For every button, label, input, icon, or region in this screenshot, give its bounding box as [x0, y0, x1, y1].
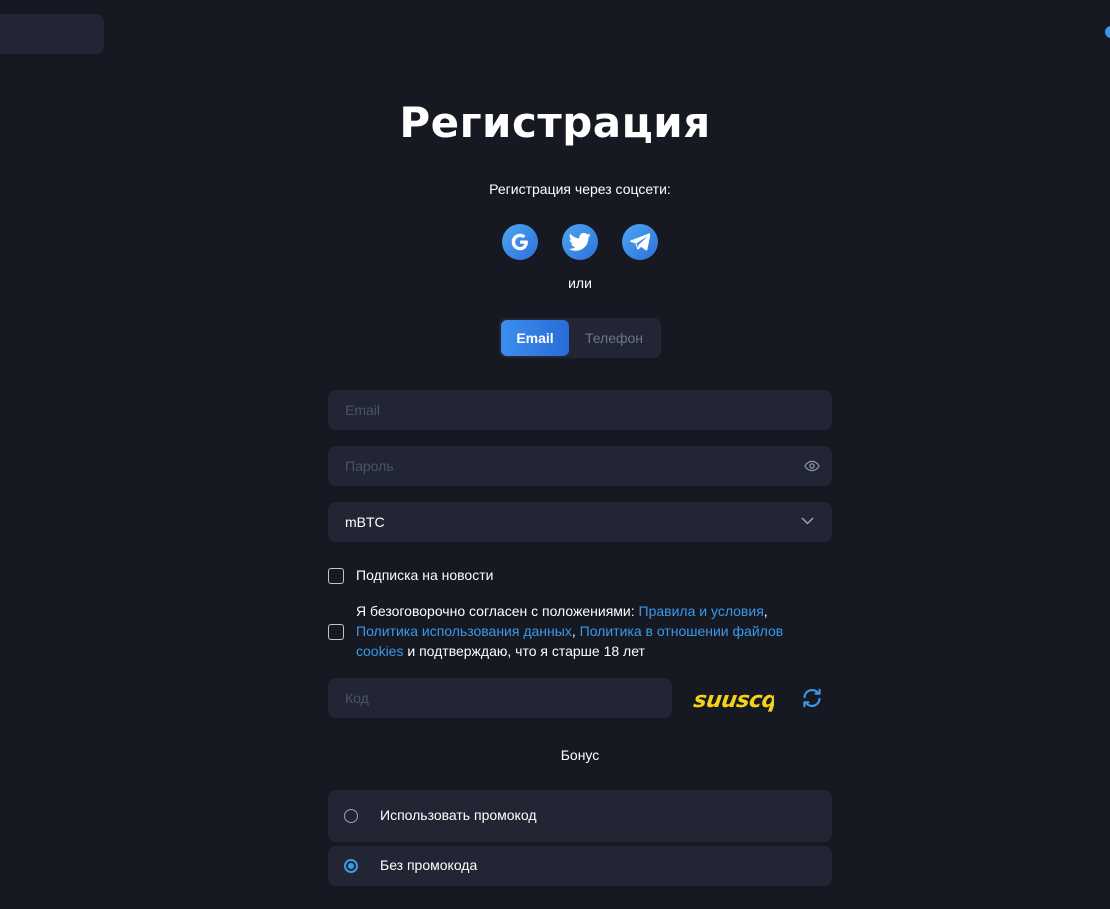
rules-link[interactable]: Правила и условия [639, 603, 764, 619]
terms-text: Я безоговорочно согласен с положениями: … [356, 601, 826, 661]
terms-separator: , [571, 623, 580, 639]
page-title: Регистрация [399, 98, 711, 147]
telegram-login-button[interactable] [622, 224, 658, 260]
newsletter-checkbox[interactable] [328, 568, 344, 584]
terms-checkbox[interactable] [328, 624, 344, 640]
bonus-option-label: Без промокода [380, 857, 478, 873]
eye-icon[interactable] [804, 459, 820, 473]
bonus-option-use-promo[interactable]: Использовать промокод [328, 790, 832, 842]
bonus-title: Бонус [560, 747, 600, 763]
terms-separator: , [763, 603, 768, 619]
terms-prefix: Я безоговорочно согласен с положениями: [356, 603, 639, 619]
terms-suffix: и подтверждаю, что я старше 18 лет [403, 643, 645, 659]
captcha-text: suuscq [692, 687, 774, 713]
radio-use-promo[interactable] [344, 809, 358, 823]
top-right-indicator[interactable] [1105, 26, 1110, 38]
bonus-option-no-promo[interactable]: Без промокода [328, 846, 832, 886]
radio-no-promo[interactable] [344, 859, 358, 873]
registration-page: Регистрация Регистрация через соцсети: и… [0, 0, 1110, 909]
chevron-down-icon [801, 517, 814, 525]
newsletter-label: Подписка на новости [356, 567, 494, 583]
telegram-icon [630, 233, 650, 251]
twitter-icon [569, 232, 591, 251]
captcha-code-input[interactable] [328, 678, 672, 718]
twitter-login-button[interactable] [562, 224, 598, 260]
top-left-menu-button[interactable] [0, 14, 104, 54]
captcha-image: suuscq [692, 687, 774, 713]
or-divider-text: или [568, 275, 592, 291]
registration-method-tabs: Email Телефон [499, 318, 661, 358]
social-prompt: Регистрация через соцсети: [489, 181, 671, 197]
email-input[interactable] [328, 390, 832, 430]
tab-email[interactable]: Email [501, 320, 569, 356]
privacy-policy-link[interactable]: Политика использования данных [356, 623, 572, 639]
currency-value: mBTC [345, 514, 385, 530]
google-login-button[interactable] [502, 224, 538, 260]
refresh-captcha-icon[interactable] [800, 686, 824, 710]
bonus-option-label: Использовать промокод [380, 807, 537, 823]
password-input[interactable] [328, 446, 832, 486]
currency-select[interactable]: mBTC [328, 502, 832, 542]
tab-phone[interactable]: Телефон [569, 320, 659, 356]
google-icon [511, 233, 528, 251]
